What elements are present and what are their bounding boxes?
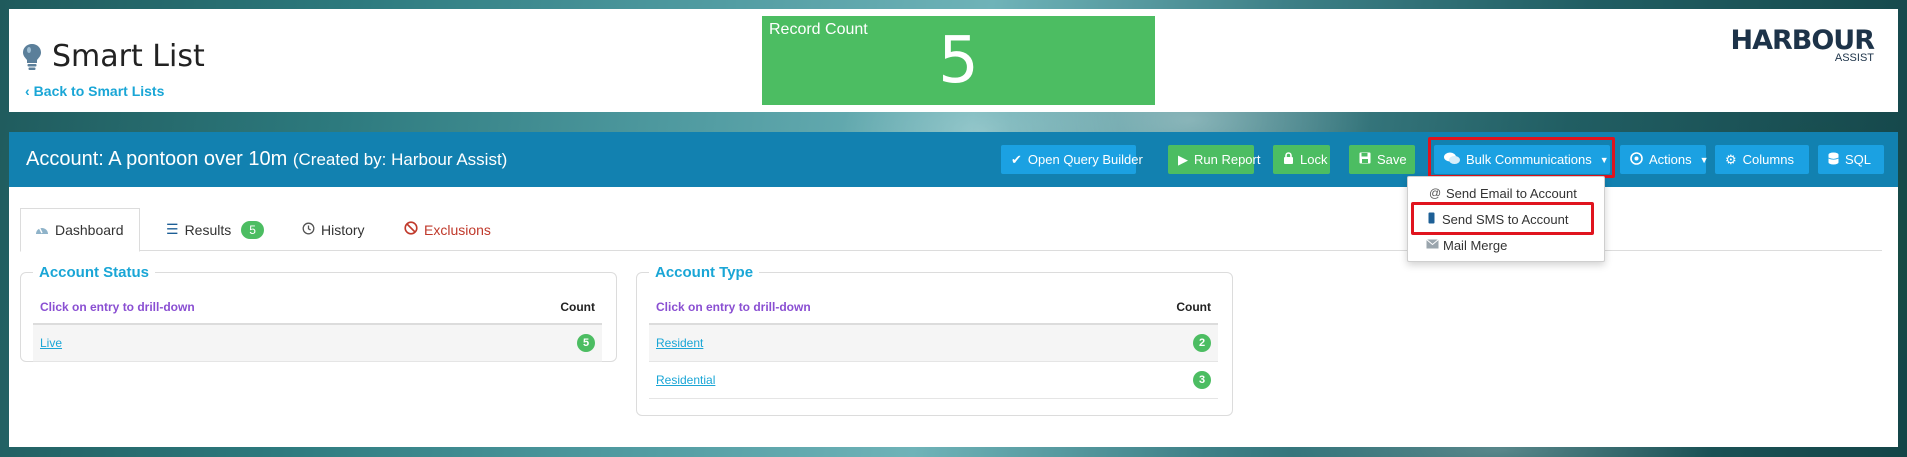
open-query-builder-button[interactable]: ✔ Open Query Builder	[1001, 145, 1143, 174]
gear-icon: ⚙	[1725, 151, 1737, 167]
save-label: Save	[1377, 152, 1407, 167]
save-button[interactable]: Save	[1349, 145, 1415, 174]
tab-dashboard[interactable]: Dashboard	[20, 208, 140, 252]
account-status-card: Account Status Click on entry to drill-d…	[20, 264, 617, 362]
table-header: Click on entry to drill-down Count	[649, 291, 1218, 325]
lock-button[interactable]: Lock	[1273, 145, 1330, 174]
run-report-button[interactable]: ▶ Run Report	[1168, 145, 1260, 174]
count-badge: 2	[1193, 334, 1211, 352]
page-title: Smart List	[22, 39, 205, 74]
history-clock-icon	[302, 222, 315, 238]
play-icon: ▶	[1178, 151, 1188, 167]
table-header: Click on entry to drill-down Count	[33, 291, 602, 325]
type-residential-link[interactable]: Residential	[656, 373, 715, 387]
lock-label: Lock	[1300, 152, 1328, 167]
lock-icon	[1283, 152, 1294, 167]
page-header: Smart List ‹ Back to Smart Lists Record …	[9, 9, 1898, 112]
account-type-card: Account Type Click on entry to drill-dow…	[636, 264, 1233, 416]
chevron-left-icon: ‹	[25, 83, 30, 99]
results-count-badge: 5	[241, 220, 264, 239]
page-title-text: Smart List	[52, 39, 205, 74]
count-header: Count	[1176, 300, 1211, 314]
count-badge: 3	[1193, 371, 1211, 389]
check-icon: ✔	[1011, 151, 1022, 167]
tab-history[interactable]: History	[288, 208, 379, 251]
tab-exclusions[interactable]: Exclusions	[390, 208, 505, 251]
run-report-label: Run Report	[1194, 152, 1261, 167]
count-badge: 5	[577, 334, 595, 352]
columns-button[interactable]: ⚙ Columns	[1715, 145, 1809, 174]
dashboard-gauge-icon	[35, 222, 49, 238]
back-link-label: Back to Smart Lists	[33, 83, 165, 99]
columns-label: Columns	[1742, 152, 1794, 167]
envelope-icon	[1426, 238, 1439, 252]
send-sms-highlight	[1411, 202, 1594, 235]
menu-item-mail-merge[interactable]: Mail Merge	[1408, 232, 1604, 258]
tab-dashboard-label: Dashboard	[55, 222, 124, 238]
caret-down-icon: ▼	[1699, 154, 1709, 165]
drill-down-hint: Click on entry to drill-down	[656, 300, 811, 314]
rocket-icon	[1630, 151, 1643, 168]
list-icon: ☰	[166, 221, 179, 237]
back-to-smart-lists-link[interactable]: ‹ Back to Smart Lists	[25, 83, 164, 99]
floppy-disk-icon	[1359, 152, 1371, 167]
sql-button[interactable]: SQL	[1818, 145, 1884, 174]
count-header: Count	[560, 300, 595, 314]
menu-item-mail-merge-label: Mail Merge	[1443, 237, 1508, 253]
table-row: Residential 3	[649, 362, 1218, 399]
menu-item-send-email-label: Send Email to Account	[1446, 185, 1577, 201]
bulk-communications-highlight	[1428, 137, 1615, 178]
actions-label: Actions	[1649, 152, 1692, 167]
account-type-title: Account Type	[649, 264, 760, 281]
record-count-value: 5	[938, 24, 979, 98]
account-status-title: Account Status	[33, 264, 156, 281]
drill-down-hint: Click on entry to drill-down	[40, 300, 195, 314]
harbour-assist-logo: HARBOUR ASSIST	[1730, 25, 1875, 64]
table-row: Live 5	[33, 325, 602, 362]
sql-label: SQL	[1845, 152, 1872, 167]
database-icon	[1828, 152, 1839, 168]
tab-results-label: Results	[184, 221, 232, 238]
table-row: Resident 2	[649, 325, 1218, 362]
record-count-tile: Record Count 5	[762, 16, 1155, 105]
account-status-table: Click on entry to drill-down Count Live …	[33, 291, 602, 362]
type-resident-link[interactable]: Resident	[656, 336, 703, 350]
account-type-table: Click on entry to drill-down Count Resid…	[649, 291, 1218, 399]
smart-list-panel: Account: A pontoon over 10m (Created by:…	[9, 132, 1898, 447]
tab-exclusions-label: Exclusions	[424, 221, 491, 238]
status-live-link[interactable]: Live	[40, 336, 62, 350]
at-icon: @	[1429, 186, 1442, 200]
ban-icon	[404, 221, 418, 238]
tab-results[interactable]: ☰ Results 5	[152, 208, 278, 251]
actions-button[interactable]: Actions ▼	[1620, 145, 1709, 174]
tab-history-label: History	[321, 221, 365, 238]
open-query-builder-label: Open Query Builder	[1027, 152, 1143, 167]
lightbulb-icon	[22, 43, 42, 71]
